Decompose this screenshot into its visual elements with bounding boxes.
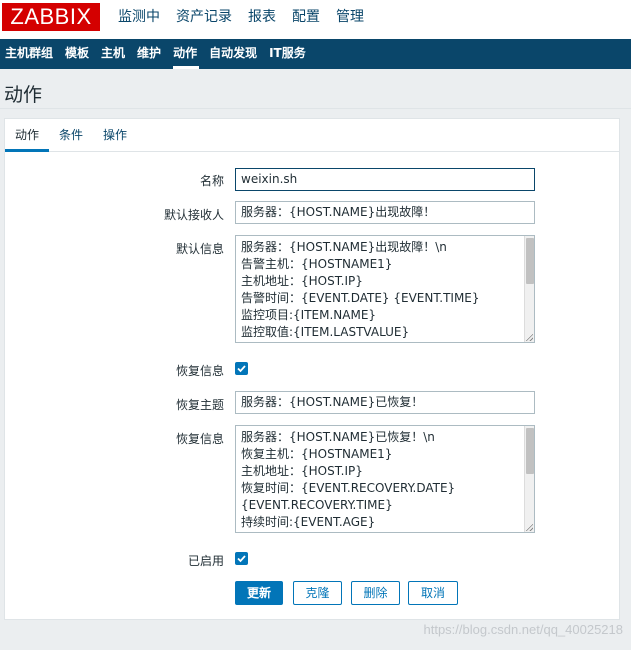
top-menu-inventory[interactable]: 资产记录	[168, 0, 240, 39]
name-input[interactable]: weixin.sh	[235, 168, 535, 191]
scrollbar-thumb[interactable]	[526, 428, 534, 474]
recovery-message-line: 服务器：{HOST.NAME}已恢复！\n	[241, 430, 435, 444]
top-menu-reports[interactable]: 报表	[240, 0, 284, 39]
clone-button[interactable]: 克隆	[293, 581, 342, 605]
page-title: 动作	[4, 84, 43, 106]
recovery-message-line: 恢复主机：{HOSTNAME1}	[241, 447, 393, 461]
top-menu-administration[interactable]: 管理	[328, 0, 372, 39]
recovery-message-scrollbar[interactable]	[524, 426, 534, 532]
default-message-label: 默认信息	[175, 242, 224, 256]
resize-grip-icon[interactable]	[525, 523, 533, 531]
sub-menu-it-services[interactable]: IT服务	[264, 39, 313, 69]
sub-menu-templates[interactable]: 模板	[60, 39, 96, 69]
resize-grip-icon[interactable]	[525, 333, 533, 341]
cancel-button[interactable]: 取消	[408, 581, 458, 605]
recovery-message-line: 持续时间:{EVENT.AGE}	[241, 515, 376, 529]
sub-menu-host-groups[interactable]: 主机群组	[0, 39, 60, 69]
default-message-line: 服务器：{HOST.NAME}出现故障！\n	[241, 240, 447, 254]
sub-menu-discovery[interactable]: 自动发现	[204, 39, 264, 69]
scrollbar-thumb[interactable]	[526, 238, 534, 284]
default-message-textarea[interactable]: 服务器：{HOST.NAME}出现故障！\n 告警主机：{HOSTNAME1} …	[235, 235, 535, 343]
sub-menu-maintenance[interactable]: 维护	[132, 39, 168, 69]
update-button[interactable]: 更新	[235, 581, 283, 605]
recovery-subject-input[interactable]: 服务器：{HOST.NAME}已恢复！	[235, 391, 535, 414]
recovery-message-line: {EVENT.RECOVERY.TIME}	[241, 498, 393, 512]
sub-menu-hosts[interactable]: 主机	[96, 39, 132, 69]
form-tabs: 动作 条件 操作	[5, 119, 619, 152]
top-menu: 监测中 资产记录 报表 配置 管理	[110, 0, 372, 39]
recovery-message-line: 恢复时间：{EVENT.RECOVERY.DATE}	[241, 481, 456, 495]
default-message-line: 主机地址：{HOST.IP}	[241, 274, 363, 288]
recovery-message-toggle-label: 恢复信息	[175, 364, 224, 378]
recovery-subject-label: 恢复主题	[175, 398, 224, 412]
default-recipient-label: 默认接收人	[163, 208, 224, 222]
sub-nav-bar: 主机群组 模板 主机 维护 动作 自动发现 IT服务	[0, 39, 631, 69]
tab-operations[interactable]: 操作	[93, 119, 137, 152]
sub-menu-actions[interactable]: 动作	[168, 39, 204, 69]
enabled-checkbox[interactable]	[235, 552, 248, 565]
recovery-message-label: 恢复信息	[175, 432, 224, 446]
zabbix-logo[interactable]: ZABBIX	[2, 3, 100, 31]
check-icon	[237, 365, 246, 373]
default-message-line: 告警时间：{EVENT.DATE} {EVENT.TIME}	[241, 291, 480, 305]
top-menu-configuration[interactable]: 配置	[284, 0, 328, 39]
watermark: https://blog.csdn.net/qq_40025218	[423, 622, 624, 637]
recovery-message-checkbox[interactable]	[235, 362, 248, 375]
tab-conditions[interactable]: 条件	[49, 119, 93, 152]
title-divider	[0, 108, 631, 109]
default-message-line: 监控取值:{ITEM.LASTVALUE}	[241, 325, 410, 339]
enabled-label: 已启用	[187, 554, 224, 568]
name-label: 名称	[199, 174, 224, 188]
check-icon	[237, 555, 246, 563]
recovery-message-line: 主机地址：{HOST.IP}	[241, 464, 363, 478]
top-menu-monitoring[interactable]: 监测中	[110, 0, 168, 39]
delete-button[interactable]: 删除	[351, 581, 400, 605]
default-message-line: 监控项目:{ITEM.NAME}	[241, 308, 377, 322]
default-recipient-input[interactable]: 服务器：{HOST.NAME}出现故障！	[235, 201, 535, 224]
action-form-panel: 动作 条件 操作 名称 weixin.sh 默认接收人 服务器：{HOST.NA…	[4, 118, 620, 620]
default-message-scrollbar[interactable]	[524, 236, 534, 342]
sub-menu: 主机群组 模板 主机 维护 动作 自动发现 IT服务	[0, 39, 313, 69]
top-bar: ZABBIX 监测中 资产记录 报表 配置 管理	[0, 0, 631, 39]
tab-action[interactable]: 动作	[5, 119, 50, 152]
default-message-line: 告警主机：{HOSTNAME1}	[241, 257, 393, 271]
recovery-message-textarea[interactable]: 服务器：{HOST.NAME}已恢复！\n 恢复主机：{HOSTNAME1} 主…	[235, 425, 535, 533]
